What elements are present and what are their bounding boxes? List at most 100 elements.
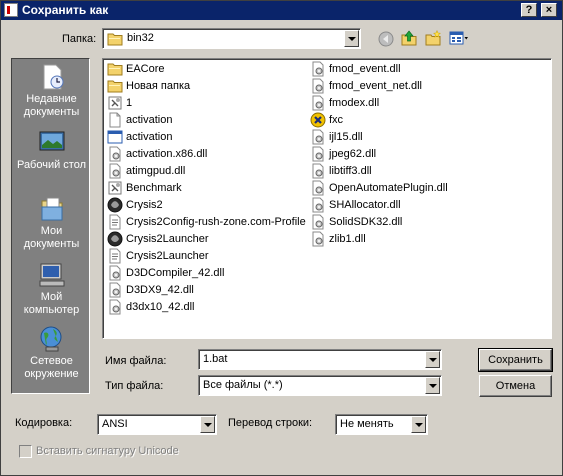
dll-icon <box>109 299 121 315</box>
close-button[interactable]: × <box>541 3 557 17</box>
place-label: Недавние документы <box>23 93 80 118</box>
encoding-combo[interactable]: ANSI <box>97 414 217 435</box>
crysis-app-icon <box>107 197 123 213</box>
location-value: bin32 <box>127 32 154 44</box>
file-name: fmodex.dll <box>329 97 380 109</box>
save-button[interactable]: Сохранить <box>478 348 553 372</box>
file-name: activation <box>126 131 173 143</box>
place-my-documents[interactable]: Мои документы <box>12 195 91 251</box>
encoding-value: ANSI <box>102 418 128 430</box>
file-name: libtiff3.dll <box>329 165 372 177</box>
my-computer-icon <box>39 263 64 287</box>
bom-checkbox[interactable] <box>19 445 32 458</box>
dll-icon <box>109 265 121 281</box>
dll-icon <box>312 146 324 162</box>
chevron-down-icon[interactable] <box>344 30 359 47</box>
new-folder-icon[interactable] <box>425 30 441 46</box>
file-name: EACore <box>126 63 165 75</box>
save-as-dialog: Сохранить как ? × Папка: bin32 Недавние … <box>0 0 563 476</box>
executable-icon <box>107 130 123 144</box>
dll-icon <box>312 180 324 196</box>
batch-file-icon <box>108 96 122 110</box>
title-bar: Сохранить как ? × <box>1 1 562 20</box>
file-name: D3DX9_42.dll <box>126 284 194 296</box>
filename-value[interactable]: 1.bat <box>203 353 227 365</box>
file-list[interactable]: EACore Новая папка 1 activation activation ac… <box>102 58 552 339</box>
file-name: fxc <box>329 114 344 126</box>
chevron-down-icon[interactable] <box>425 351 440 368</box>
file-name: OpenAutomatePlugin.dll <box>329 182 448 194</box>
dll-icon <box>312 214 324 230</box>
dialog-title: Сохранить как <box>22 3 109 17</box>
batch-file-icon <box>108 181 122 195</box>
dll-icon <box>312 61 324 77</box>
location-label: Папка: <box>62 33 97 45</box>
back-icon[interactable] <box>378 31 394 47</box>
file-name: Crysis2Launcher <box>126 250 209 262</box>
file-name: d3dx10_42.dll <box>126 301 195 313</box>
dll-icon <box>312 129 324 145</box>
dll-icon <box>312 95 324 111</box>
filetype-value: Все файлы (*.*) <box>203 379 283 391</box>
view-menu-icon[interactable] <box>449 30 469 46</box>
fxc-app-icon <box>310 112 326 128</box>
file-name: SHAllocator.dll <box>329 199 401 211</box>
file-name: fmod_event_net.dll <box>329 80 422 92</box>
filetype-combo[interactable]: Все файлы (*.*) <box>198 375 442 396</box>
place-my-computer[interactable]: Мой компьютер <box>12 261 91 317</box>
dll-icon <box>109 163 121 179</box>
file-name: Crysis2Config-rush-zone.com-Profile <box>126 216 306 228</box>
up-folder-icon[interactable] <box>401 30 417 46</box>
place-desktop[interactable]: Рабочий стол <box>12 129 91 172</box>
crysis-app-icon <box>107 231 123 247</box>
file-name: Benchmark <box>126 182 182 194</box>
dll-icon <box>312 78 324 94</box>
file-name: Crysis2 <box>126 199 163 211</box>
help-button[interactable]: ? <box>521 3 537 17</box>
dll-icon <box>109 146 121 162</box>
generic-file-icon <box>109 112 121 128</box>
text-file-icon <box>109 214 121 230</box>
filename-label: Имя файла: <box>105 355 167 367</box>
cancel-button[interactable]: Отмена <box>479 375 552 397</box>
line-ending-label: Перевод строки: <box>228 417 313 429</box>
dll-icon <box>312 231 324 247</box>
desktop-icon <box>39 131 64 154</box>
place-label: Мой компьютер <box>23 291 80 316</box>
file-name: fmod_event.dll <box>329 63 401 75</box>
file-name: Новая папка <box>126 80 191 92</box>
file-name: jpeg62.dll <box>329 148 377 160</box>
place-label: Рабочий стол <box>16 159 87 171</box>
file-name: activation <box>126 114 173 126</box>
encoding-label: Кодировка: <box>15 417 73 429</box>
text-file-icon <box>109 248 121 264</box>
file-name: D3DCompiler_42.dll <box>126 267 225 279</box>
network-places-icon <box>40 326 61 352</box>
file-name: SolidSDK32.dll <box>329 216 403 228</box>
file-name: Crysis2Launcher <box>126 233 209 245</box>
place-label: Мои документы <box>23 225 80 250</box>
dll-icon <box>312 197 324 213</box>
place-label: Сетевое окружение <box>24 355 79 380</box>
folder-icon <box>107 80 123 93</box>
place-network[interactable]: Сетевое окружение <box>12 325 91 381</box>
chevron-down-icon[interactable] <box>425 377 440 394</box>
dll-icon <box>312 163 324 179</box>
folder-icon <box>107 33 123 46</box>
file-name: zlib1.dll <box>329 233 366 245</box>
folder-icon <box>107 63 123 76</box>
filetype-label: Тип файла: <box>105 380 164 392</box>
place-recent-documents[interactable]: Недавние документы <box>12 63 91 119</box>
chevron-down-icon[interactable] <box>200 416 215 433</box>
app-icon <box>4 3 18 17</box>
file-name: ijl15.dll <box>329 131 363 143</box>
line-ending-value: Не менять <box>340 418 394 430</box>
places-bar: Недавние документы Рабочий стол Мои доку… <box>11 58 90 394</box>
my-documents-icon <box>41 197 62 221</box>
chevron-down-icon[interactable] <box>411 416 426 433</box>
file-name: activation.x86.dll <box>126 148 208 160</box>
file-name: 1 <box>126 97 133 109</box>
location-combo[interactable]: bin32 <box>102 28 361 49</box>
filename-combo[interactable]: 1.bat <box>198 349 442 370</box>
line-ending-combo[interactable]: Не менять <box>335 414 428 435</box>
